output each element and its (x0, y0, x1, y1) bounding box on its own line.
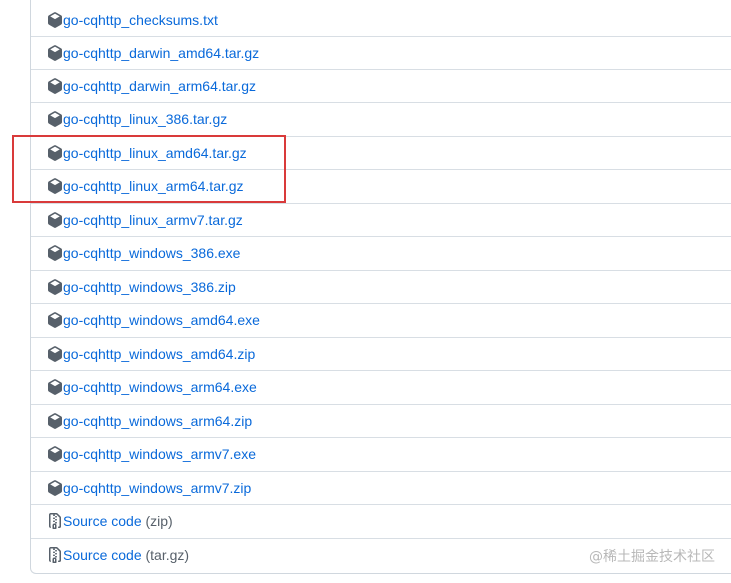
asset-link[interactable]: go-cqhttp_windows_amd64.exe (63, 312, 260, 328)
asset-row[interactable]: go-cqhttp_darwin_amd64.tar.gz (31, 36, 731, 69)
asset-row[interactable]: go-cqhttp_windows_amd64.exe (31, 303, 731, 336)
asset-row[interactable]: go-cqhttp_windows_arm64.zip (31, 404, 731, 437)
asset-link[interactable]: go-cqhttp_linux_386.tar.gz (63, 111, 227, 127)
asset-link[interactable]: go-cqhttp_windows_arm64.zip (63, 413, 252, 429)
asset-row[interactable]: go-cqhttp_linux_armv7.tar.gz (31, 203, 731, 236)
file-zip-icon (47, 547, 63, 563)
source-code-link[interactable]: Source code (tar.gz) (63, 547, 189, 563)
package-icon (47, 480, 63, 496)
package-icon (47, 78, 63, 94)
package-icon (47, 212, 63, 228)
asset-link[interactable]: go-cqhttp_linux_arm64.tar.gz (63, 178, 244, 194)
asset-row[interactable]: go-cqhttp_linux_arm64.tar.gz (31, 169, 731, 202)
source-code-link[interactable]: Source code (zip) (63, 513, 173, 529)
package-icon (47, 178, 63, 194)
package-icon (47, 446, 63, 462)
asset-link[interactable]: go-cqhttp_windows_arm64.exe (63, 379, 257, 395)
package-icon (47, 45, 63, 61)
asset-row[interactable]: go-cqhttp_darwin_arm64.tar.gz (31, 69, 731, 102)
asset-row[interactable]: go-cqhttp_windows_amd64.zip (31, 337, 731, 370)
asset-link[interactable]: go-cqhttp_windows_386.zip (63, 279, 236, 295)
package-icon (47, 413, 63, 429)
source-row[interactable]: Source code (zip) (31, 504, 731, 537)
source-ext: (zip) (145, 513, 173, 529)
package-icon (47, 279, 63, 295)
file-zip-icon (47, 513, 63, 529)
package-icon (47, 245, 63, 261)
asset-link[interactable]: go-cqhttp_checksums.txt (63, 12, 218, 28)
package-icon (47, 145, 63, 161)
asset-row[interactable]: go-cqhttp_linux_386.tar.gz (31, 102, 731, 135)
watermark: @稀土掘金技术社区 (589, 549, 715, 565)
package-icon (47, 111, 63, 127)
package-icon (47, 346, 63, 362)
asset-link[interactable]: go-cqhttp_windows_386.exe (63, 245, 240, 261)
asset-row[interactable]: go-cqhttp_windows_armv7.zip (31, 471, 731, 504)
asset-row[interactable]: go-cqhttp_windows_386.exe (31, 236, 731, 269)
source-ext: (tar.gz) (145, 547, 190, 563)
package-icon (47, 312, 63, 328)
package-icon (47, 379, 63, 395)
asset-link[interactable]: go-cqhttp_windows_armv7.zip (63, 480, 251, 496)
asset-row[interactable]: go-cqhttp_checksums.txt (31, 3, 731, 36)
asset-link[interactable]: go-cqhttp_linux_amd64.tar.gz (63, 145, 247, 161)
asset-row[interactable]: go-cqhttp_windows_armv7.exe (31, 437, 731, 470)
asset-row[interactable]: go-cqhttp_windows_arm64.exe (31, 370, 731, 403)
source-label: Source code (63, 547, 142, 563)
asset-row[interactable]: go-cqhttp_linux_amd64.tar.gz (31, 136, 731, 169)
source-label: Source code (63, 513, 142, 529)
package-icon (47, 11, 63, 28)
asset-link[interactable]: go-cqhttp_windows_amd64.zip (63, 346, 255, 362)
asset-row[interactable]: go-cqhttp_windows_386.zip (31, 270, 731, 303)
asset-link[interactable]: go-cqhttp_windows_armv7.exe (63, 446, 256, 462)
asset-link[interactable]: go-cqhttp_darwin_arm64.tar.gz (63, 78, 256, 94)
release-assets-list: go-cqhttp_checksums.txt go-cqhttp_darwin… (30, 0, 731, 574)
asset-link[interactable]: go-cqhttp_linux_armv7.tar.gz (63, 212, 243, 228)
asset-link[interactable]: go-cqhttp_darwin_amd64.tar.gz (63, 45, 259, 61)
